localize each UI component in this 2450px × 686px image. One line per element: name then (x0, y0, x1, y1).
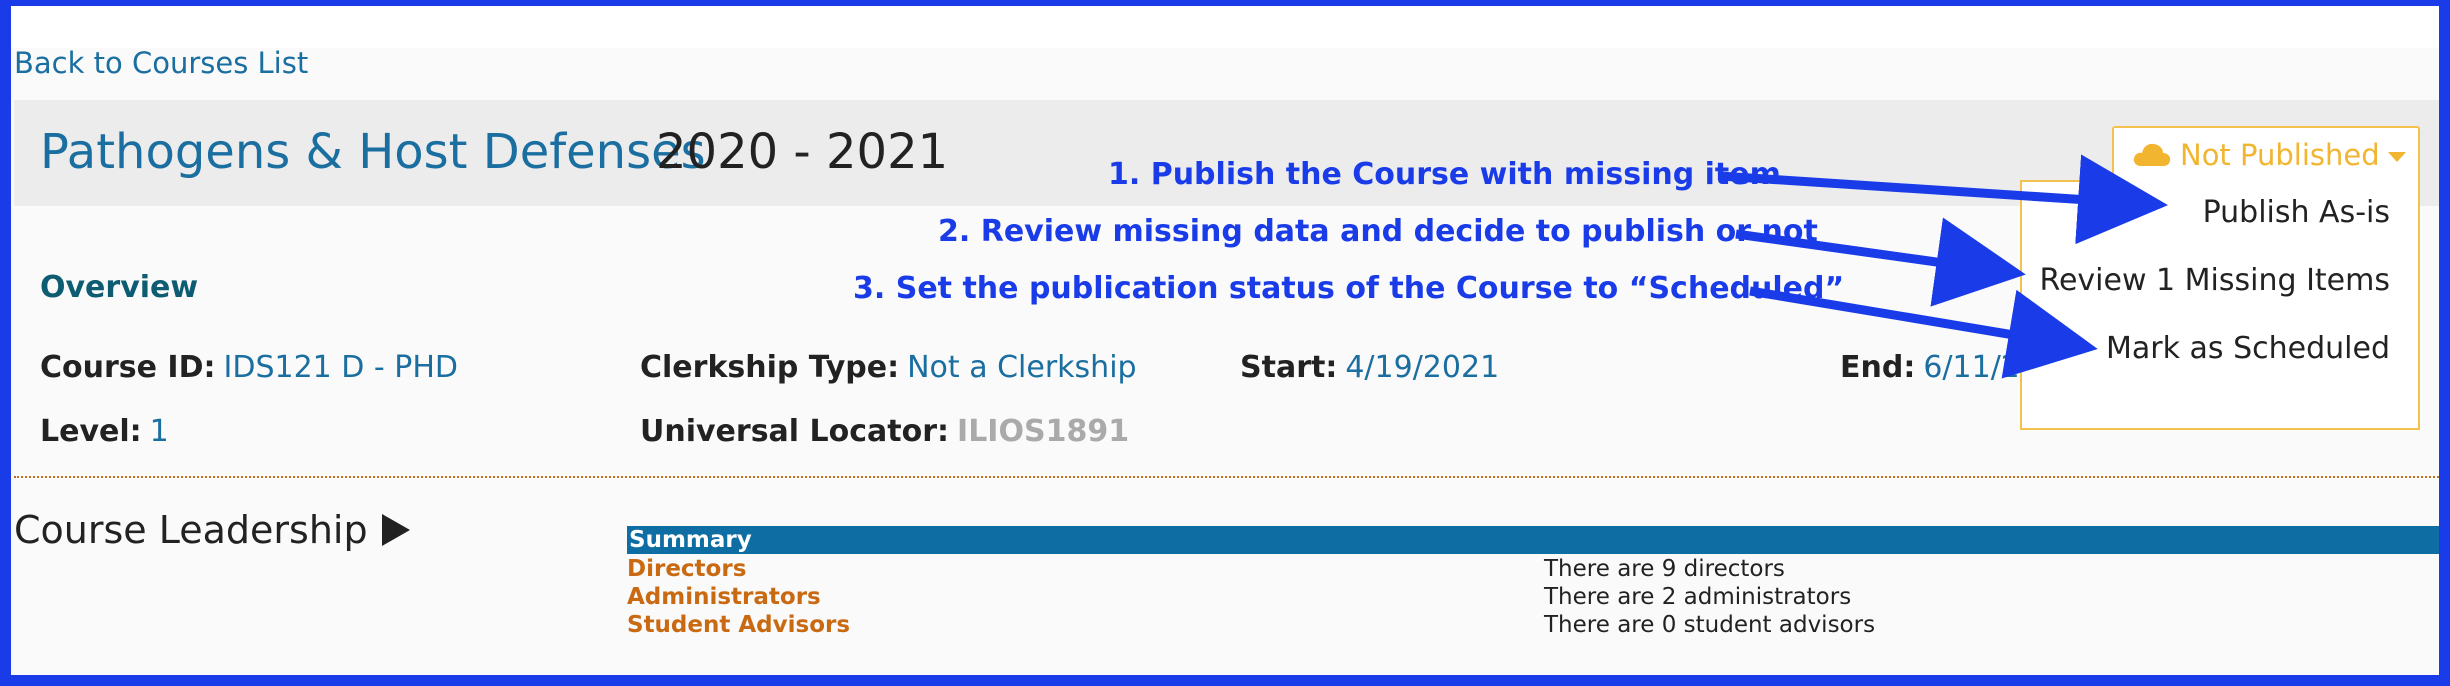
screenshot-frame (0, 0, 2450, 686)
